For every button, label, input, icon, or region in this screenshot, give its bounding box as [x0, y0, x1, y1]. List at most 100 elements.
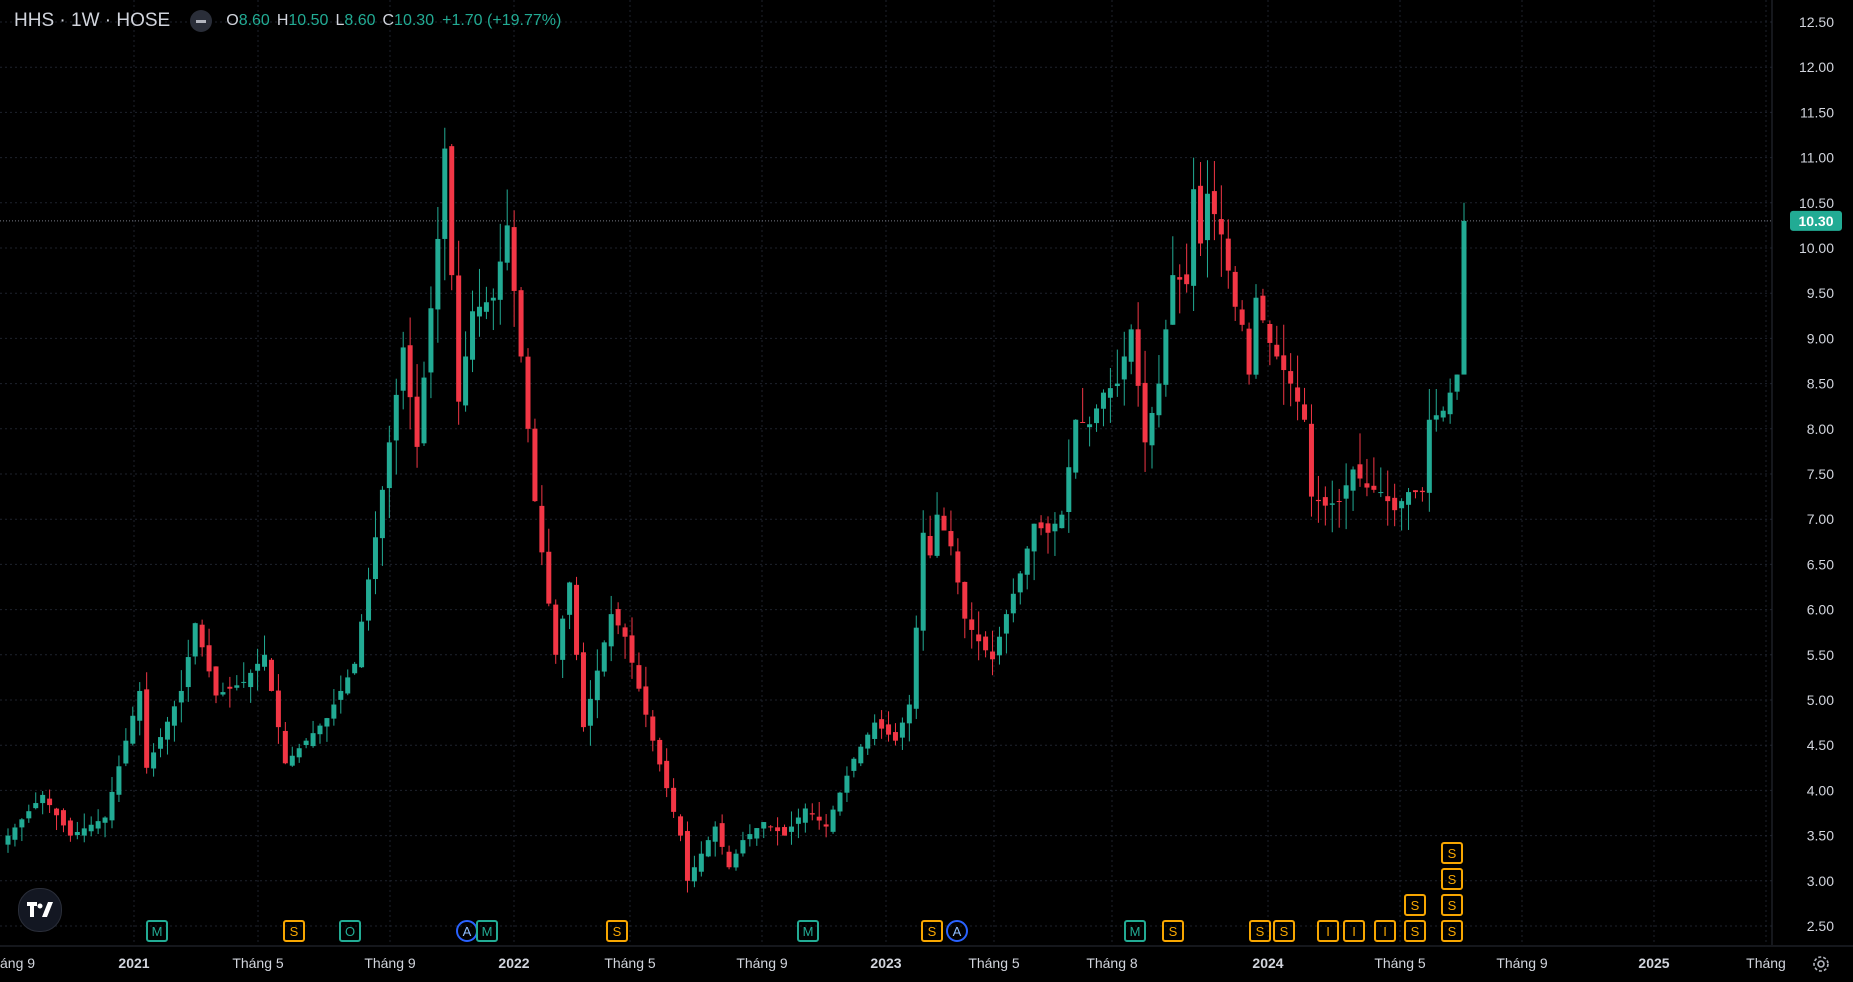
candle-body[interactable]	[802, 808, 808, 823]
candle-body[interactable]	[899, 722, 905, 738]
candle-body[interactable]	[255, 663, 261, 671]
minus-icon[interactable]	[190, 10, 213, 32]
candle-body[interactable]	[1440, 410, 1446, 418]
candle-body[interactable]	[1184, 274, 1190, 285]
candle-body[interactable]	[657, 739, 663, 765]
candle-body[interactable]	[81, 828, 87, 836]
candle-body[interactable]	[324, 718, 330, 727]
candle-body[interactable]	[310, 733, 316, 747]
candle-body[interactable]	[1371, 485, 1377, 490]
candle-body[interactable]	[837, 792, 843, 812]
candle-body[interactable]	[338, 690, 344, 700]
candle-body[interactable]	[1121, 356, 1127, 380]
candle-body[interactable]	[1385, 496, 1391, 502]
candle-body[interactable]	[622, 627, 628, 637]
candle-body[interactable]	[1343, 485, 1349, 499]
candle-body[interactable]	[206, 645, 212, 672]
candle-body[interactable]	[775, 827, 781, 832]
candle-body[interactable]	[1364, 483, 1370, 488]
candle-body[interactable]	[414, 396, 420, 447]
candle-body[interactable]	[865, 734, 871, 749]
candle-body[interactable]	[969, 619, 975, 630]
candle-body[interactable]	[816, 816, 822, 821]
candle-body[interactable]	[587, 698, 593, 726]
candle-body[interactable]	[698, 853, 704, 872]
candle-body[interactable]	[421, 377, 427, 444]
candle-body[interactable]	[60, 810, 66, 826]
candle-body[interactable]	[1066, 467, 1072, 513]
candle-body[interactable]	[761, 822, 767, 829]
candle-body[interactable]	[345, 677, 351, 694]
candle-body[interactable]	[1080, 421, 1086, 423]
candle-body[interactable]	[1295, 387, 1301, 402]
candle-body[interactable]	[1253, 297, 1259, 375]
candle-body[interactable]	[185, 657, 191, 688]
candle-body[interactable]	[158, 737, 164, 749]
candle-body[interactable]	[518, 290, 524, 357]
candle-body[interactable]	[948, 531, 954, 547]
candle-body[interactable]	[54, 808, 60, 816]
candle-body[interactable]	[879, 719, 885, 729]
candle-body[interactable]	[74, 831, 80, 836]
candle-body[interactable]	[1246, 328, 1252, 375]
candle-body[interactable]	[192, 623, 198, 657]
candle-body[interactable]	[844, 775, 850, 793]
candle-body[interactable]	[1038, 522, 1044, 529]
candle-body[interactable]	[1114, 383, 1120, 387]
candle-body[interactable]	[1406, 492, 1412, 505]
candle-body[interactable]	[560, 618, 566, 660]
candle-body[interactable]	[1329, 503, 1335, 505]
candle-body[interactable]	[144, 689, 150, 768]
candle-body[interactable]	[574, 584, 580, 655]
candle-body[interactable]	[33, 803, 39, 809]
candle-body[interactable]	[171, 706, 177, 726]
candle-body[interactable]	[1315, 499, 1321, 502]
candle-body[interactable]	[927, 535, 933, 556]
candle-body[interactable]	[463, 356, 469, 406]
candle-body[interactable]	[768, 826, 774, 828]
candle-body[interactable]	[1461, 220, 1467, 375]
candle-body[interactable]	[164, 721, 170, 740]
candle-body[interactable]	[227, 686, 233, 689]
candle-body[interactable]	[442, 148, 448, 239]
candle-body[interactable]	[19, 819, 25, 828]
candle-body[interactable]	[1045, 523, 1051, 533]
candle-body[interactable]	[1073, 419, 1079, 473]
candle-body[interactable]	[872, 722, 878, 739]
candle-body[interactable]	[1350, 469, 1356, 491]
candle-body[interactable]	[712, 826, 718, 842]
candle-body[interactable]	[456, 275, 462, 402]
candle-body[interactable]	[1378, 492, 1384, 494]
candle-body[interactable]	[497, 261, 503, 300]
candle-body[interactable]	[858, 746, 864, 764]
candle-body[interactable]	[788, 826, 794, 832]
candle-body[interactable]	[1191, 189, 1197, 286]
candle-body[interactable]	[289, 755, 295, 766]
candle-body[interactable]	[248, 672, 254, 688]
candle-body[interactable]	[1204, 193, 1210, 241]
candle-body[interactable]	[567, 582, 573, 615]
candle-body[interactable]	[1107, 388, 1113, 398]
candle-body[interactable]	[303, 740, 309, 746]
candle-body[interactable]	[1052, 523, 1058, 532]
candle-body[interactable]	[1267, 323, 1273, 343]
candle-body[interactable]	[629, 635, 635, 663]
candle-body[interactable]	[678, 816, 684, 836]
candle-body[interactable]	[1218, 219, 1224, 235]
candle-body[interactable]	[88, 824, 94, 832]
candle-body[interactable]	[823, 824, 829, 827]
candle-body[interactable]	[331, 704, 337, 719]
candle-body[interactable]	[830, 809, 836, 832]
symbol-title[interactable]: HHS · 1W · HOSE	[14, 10, 170, 32]
candle-body[interactable]	[199, 624, 205, 648]
candle-body[interactable]	[1198, 185, 1204, 244]
candle-body[interactable]	[920, 532, 926, 631]
gear-icon[interactable]	[1810, 953, 1832, 975]
candle-body[interactable]	[1357, 464, 1363, 479]
candle-body[interactable]	[1024, 548, 1030, 575]
candle-body[interactable]	[26, 811, 32, 819]
candle-body[interactable]	[941, 515, 947, 531]
candle-body[interactable]	[262, 654, 268, 667]
candle-body[interactable]	[546, 551, 552, 604]
candle-body[interactable]	[643, 686, 649, 715]
